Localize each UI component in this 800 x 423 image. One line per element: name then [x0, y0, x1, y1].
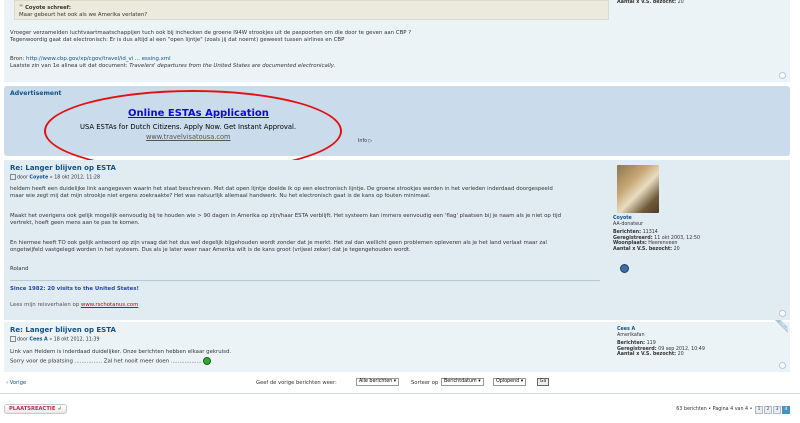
post-icon[interactable]: [10, 336, 16, 342]
post2-p2-l2: vertrekt, hoeft geen mens aan te pas te …: [10, 220, 140, 226]
post2-title[interactable]: Re: Langer blijven op ESTA: [10, 164, 116, 172]
pagination: 63 berichten • Pagina 4 van 4 • 1234: [676, 406, 790, 414]
post-reply-label: PLAATSREACTIE: [9, 406, 56, 412]
quote-block: ❝ Coyote schreef: Maar gebeurt het ook al…: [14, 0, 609, 20]
back-to-top-icon[interactable]: [779, 72, 786, 79]
reply-arrow-icon: ↲: [57, 406, 62, 412]
quote-icon: ❝: [19, 3, 24, 11]
post3-profile: Cees A Amerikafan Berichten: 119 Geregis…: [617, 327, 705, 358]
post-1: ❝ Coyote schreef: Maar gebeurt het ook al…: [4, 0, 790, 82]
profile-rank: AA-donateur: [613, 221, 644, 227]
post2-p3-l2: ongetwijfeld vastgelegd worden in het sy…: [10, 247, 411, 253]
quote-author-text: Coyote schreef:: [25, 5, 72, 11]
profile-bezocht-label: Aantal x V.S. bezocht:: [617, 352, 677, 358]
online-badge-text: ONLINE: [774, 320, 788, 338]
last-line-quote: Travelers' departures from the United St…: [129, 63, 336, 69]
post1-last-line: Laatste zin van 1e alinea uit dat docume…: [10, 63, 335, 70]
page-2-button[interactable]: 2: [764, 406, 772, 414]
go-button[interactable]: Ga: [537, 378, 549, 386]
show-label: Geef de vorige berichten weer:: [256, 380, 337, 386]
sort-label: Sorteer op: [411, 380, 439, 386]
display-select-value: Alle berichten: [359, 379, 393, 384]
back-to-top-icon[interactable]: [779, 362, 786, 369]
post3-l2: Sorry voor de plaatsing ................…: [10, 357, 212, 366]
quote-text: Maar gebeurt het ook als we Amerika verl…: [19, 12, 148, 18]
bron-link[interactable]: http://www.cbp.gov/xp/cgov/travel/id_vi …: [26, 56, 171, 62]
profile-bezocht-value: 20: [673, 246, 680, 252]
quote-author: ❝ Coyote schreef:: [19, 3, 604, 11]
post2-by: door: [17, 175, 28, 181]
profile-bezocht-label: Aantal x V.S. bezocht:: [613, 246, 673, 252]
post2-sig2: Lees mijn reisverhalen op www.rschotanus…: [10, 302, 138, 309]
prev-link[interactable]: ‹ Vorige: [6, 380, 26, 386]
profile-berichten-label: Berichten:: [617, 341, 646, 347]
ad-info-button[interactable]: Info ▷: [358, 139, 372, 144]
profile-woonplaats-label: Woonplaats:: [613, 241, 647, 247]
post2-date: » 18 okt 2012, 11:28: [49, 175, 101, 181]
website-globe-icon[interactable]: [620, 264, 629, 273]
sort-select-value: Berichtdatum: [444, 379, 477, 384]
sig2-link[interactable]: www.rschotanus.com: [81, 302, 138, 308]
profile-woonplaats-value: Heerenveen: [648, 241, 678, 247]
post2-profile: Coyote AA-donateur Berichten: 11314 Gere…: [613, 216, 700, 253]
post2-author[interactable]: Coyote: [29, 176, 48, 181]
post3-author[interactable]: Cees A: [29, 338, 47, 343]
page-1-button[interactable]: 1: [755, 406, 763, 414]
page-4-button[interactable]: 4: [782, 406, 790, 414]
profile-berichten-value[interactable]: 119: [647, 341, 656, 346]
pagination-summary: 63 berichten • Pagina 4 van 4 •: [676, 407, 753, 412]
smiley-icon: [203, 357, 212, 365]
post1-profile: Aantal x V.S. bezocht: 20: [617, 0, 684, 6]
profile-bezocht-label: Aantal x V.S. bezocht:: [617, 0, 677, 5]
profile-bezocht-value: 20: [677, 0, 684, 5]
page-3-button[interactable]: 3: [773, 406, 781, 414]
post2-sig1: Since 1982: 20 visits to the United Stat…: [10, 286, 139, 292]
profile-rank: Amerikafan: [617, 332, 645, 338]
order-select-value: Oplopend: [496, 379, 520, 384]
back-to-top-icon[interactable]: [779, 310, 786, 317]
post2-sign: Roland: [10, 266, 29, 272]
sort-select[interactable]: Berichtdatum ▾: [441, 378, 484, 386]
profile-berichten-value[interactable]: 11314: [643, 230, 658, 235]
last-line-prefix: Laatste zin van 1e alinea uit dat docume…: [10, 63, 128, 69]
ad-label: Advertisement: [10, 90, 62, 97]
post3-title[interactable]: Re: Langer blijven op ESTA: [10, 326, 116, 334]
post-3: Re: Langer blijven op ESTA door Cees A »…: [4, 322, 790, 372]
order-select[interactable]: Oplopend ▾: [493, 378, 527, 386]
signature-divider: [10, 280, 600, 281]
online-badge: ONLINE: [770, 320, 788, 338]
post-icon[interactable]: [10, 174, 16, 180]
post2-p1-l2: maar wie zegt mij dat mijn strookje niet…: [10, 193, 431, 199]
post3-l1: Link van Heldem is inderdaad duidelijker…: [10, 349, 232, 355]
post3-date: » 18 okt 2012, 11:39: [49, 337, 100, 343]
display-select[interactable]: Alle berichten ▾: [356, 378, 400, 386]
post3-l2-text: Sorry voor de plaatsing ................…: [10, 358, 202, 365]
avatar[interactable]: [617, 165, 659, 213]
footer-divider: [0, 393, 800, 394]
profile-bezocht-value: 20: [677, 352, 684, 358]
post3-author-line: door Cees A » 18 okt 2012, 11:39: [10, 336, 100, 343]
bron-label: Bron:: [10, 56, 25, 62]
profile-berichten-label: Berichten:: [613, 230, 642, 236]
post2-author-line: door Coyote » 18 okt 2012, 11:28: [10, 174, 100, 181]
post1-para1-line2: Tegenwoordig gaat dat electronisch: Er i…: [10, 37, 345, 43]
post3-by: door: [17, 337, 28, 343]
post-reply-button[interactable]: PLAATSREACTIE ↲: [4, 404, 67, 414]
sig2-prefix: Lees mijn reisverhalen op: [10, 302, 80, 308]
